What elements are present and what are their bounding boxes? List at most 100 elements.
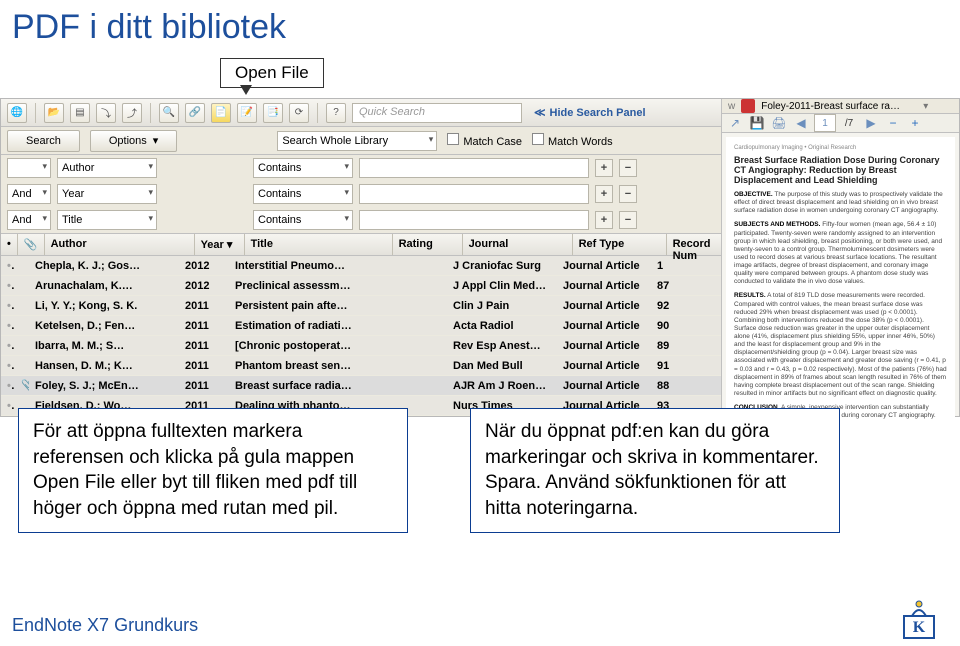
pdf-tab-label[interactable]: Foley-2011-Breast surface radia.pdf (761, 101, 901, 112)
save-icon[interactable]: 💾 (748, 114, 766, 132)
format-icon[interactable]: 📑 (263, 103, 283, 123)
pdf-section-label: Cardiopulmonary Imaging • Original Resea… (734, 145, 947, 151)
author-cell: Ibarra, M. M.; S… (29, 337, 179, 355)
comparator-select[interactable]: Contains (253, 210, 353, 230)
journal-cell: Dan Med Bull (447, 357, 557, 375)
reftype-cell: Journal Article (557, 357, 651, 375)
match-words-checkbox[interactable]: Match Words (532, 133, 613, 148)
year-cell: 2011 (179, 317, 229, 335)
col-title[interactable]: Title (245, 234, 393, 255)
find-fulltext-icon[interactable]: 🔍 (159, 103, 179, 123)
open-file-label-box: Open File (220, 58, 324, 88)
collapse-icon: ≪ (534, 106, 546, 119)
pdf-paragraph: RESULTS. A total of 819 TLD dose measure… (734, 292, 947, 398)
search-scope-select[interactable]: Search Whole Library (277, 131, 437, 151)
add-row-button[interactable]: + (595, 159, 613, 177)
next-page-icon[interactable]: ▶ (862, 114, 880, 132)
op-select[interactable] (7, 158, 51, 178)
author-cell: Hansen, D. M.; K… (29, 357, 179, 375)
export-icon[interactable]: ⤴ (122, 103, 142, 123)
op-select[interactable]: And (7, 210, 51, 230)
title-cell: Interstitial Pneumo… (229, 257, 377, 275)
insert-cite-icon[interactable]: 📝 (237, 103, 257, 123)
recnum-cell: 1 (651, 257, 711, 275)
author-cell: Li, Y. Y.; Kong, S. K. (29, 297, 179, 315)
journal-cell: AJR Am J Roen… (447, 377, 557, 395)
match-case-checkbox[interactable]: Match Case (447, 133, 522, 148)
unread-dot (1, 257, 15, 275)
callout-right: När du öppnat pdf:en kan du göra markeri… (470, 408, 840, 533)
field-select[interactable]: Year (57, 184, 157, 204)
open-file-icon[interactable]: 📄 (211, 103, 231, 123)
add-row-button[interactable]: + (595, 185, 613, 203)
new-record-icon[interactable]: ▤ (70, 103, 90, 123)
field-select[interactable]: Title (57, 210, 157, 230)
quick-search-input[interactable]: Quick Search (352, 103, 522, 123)
filter-value-input[interactable] (359, 210, 589, 230)
prev-page-icon[interactable]: ◀ (792, 114, 810, 132)
journal-cell: Acta Radiol (447, 317, 557, 335)
zoom-out-icon[interactable]: − (884, 114, 902, 132)
folder-icon[interactable]: 📂 (44, 103, 64, 123)
separator (35, 103, 36, 123)
title-cell: Persistent pain afte… (229, 297, 377, 315)
recnum-cell: 89 (651, 337, 711, 355)
hide-search-panel-link[interactable]: ≪ Hide Search Panel (534, 106, 646, 119)
rating-cell (377, 323, 447, 329)
ki-logo: K (896, 594, 942, 640)
filter-value-input[interactable] (359, 184, 589, 204)
sync-icon[interactable]: ⟳ (289, 103, 309, 123)
import-icon[interactable]: ⤵ (96, 103, 116, 123)
rating-cell (377, 383, 447, 389)
reftype-cell: Journal Article (557, 277, 651, 295)
globe-icon[interactable]: 🌐 (7, 103, 27, 123)
col-reftype[interactable]: Ref Type (573, 234, 667, 255)
print-icon[interactable]: 🖨 (770, 114, 788, 132)
separator (150, 103, 151, 123)
search-button[interactable]: Search (7, 130, 80, 152)
title-cell: Phantom breast sen… (229, 357, 377, 375)
col-rating[interactable]: Rating (393, 234, 463, 255)
comparator-select[interactable]: Contains (253, 184, 353, 204)
help-icon[interactable]: ? (326, 103, 346, 123)
reftype-cell: Journal Article (557, 317, 651, 335)
attachment-cell (15, 343, 29, 349)
match-case-label: Match Case (463, 136, 522, 148)
title-cell: [Chronic postoperat… (229, 337, 377, 355)
unread-dot (1, 357, 15, 375)
attachment-icon[interactable] (907, 101, 917, 111)
field-select[interactable]: Author (57, 158, 157, 178)
year-cell: 2011 (179, 337, 229, 355)
recnum-cell: 87 (651, 277, 711, 295)
open-external-icon[interactable]: ↗ (726, 114, 744, 132)
chevron-down-icon[interactable]: ▾ (923, 101, 928, 112)
col-year[interactable]: Year ▾ (195, 234, 245, 255)
remove-row-button[interactable]: − (619, 185, 637, 203)
col-author[interactable]: Author (45, 234, 195, 255)
attachment-cell (15, 263, 29, 269)
reftype-cell: Journal Article (557, 337, 651, 355)
page-current: 1 (814, 114, 836, 132)
add-row-button[interactable]: + (595, 211, 613, 229)
zoom-in-icon[interactable]: + (906, 114, 924, 132)
pdf-body: Cardiopulmonary Imaging • Original Resea… (726, 137, 955, 434)
op-select[interactable]: And (7, 184, 51, 204)
attachment-cell: 📎 (15, 376, 29, 395)
remove-row-button[interactable]: − (619, 159, 637, 177)
filter-value-input[interactable] (359, 158, 589, 178)
comparator-select[interactable]: Contains (253, 158, 353, 178)
col-read[interactable]: • (1, 234, 18, 255)
separator (317, 103, 318, 123)
col-journal[interactable]: Journal (463, 234, 573, 255)
col-attachment[interactable]: 📎 (18, 234, 45, 255)
remove-row-button[interactable]: − (619, 211, 637, 229)
open-link-icon[interactable]: 🔗 (185, 103, 205, 123)
pdf-paragraph: OBJECTIVE. The purpose of this study was… (734, 191, 947, 215)
rating-cell (377, 363, 447, 369)
unread-dot (1, 277, 15, 295)
options-button[interactable]: Options ▾ (90, 130, 177, 152)
reftype-cell: Journal Article (557, 257, 651, 275)
reftype-cell: Journal Article (557, 377, 651, 395)
endnote-app-window: 🌐 📂 ▤ ⤵ ⤴ 🔍 🔗 📄 📝 📑 ⟳ ? Quick Search ≪ H… (0, 98, 960, 417)
col-recordnum[interactable]: Record Num (667, 234, 727, 255)
